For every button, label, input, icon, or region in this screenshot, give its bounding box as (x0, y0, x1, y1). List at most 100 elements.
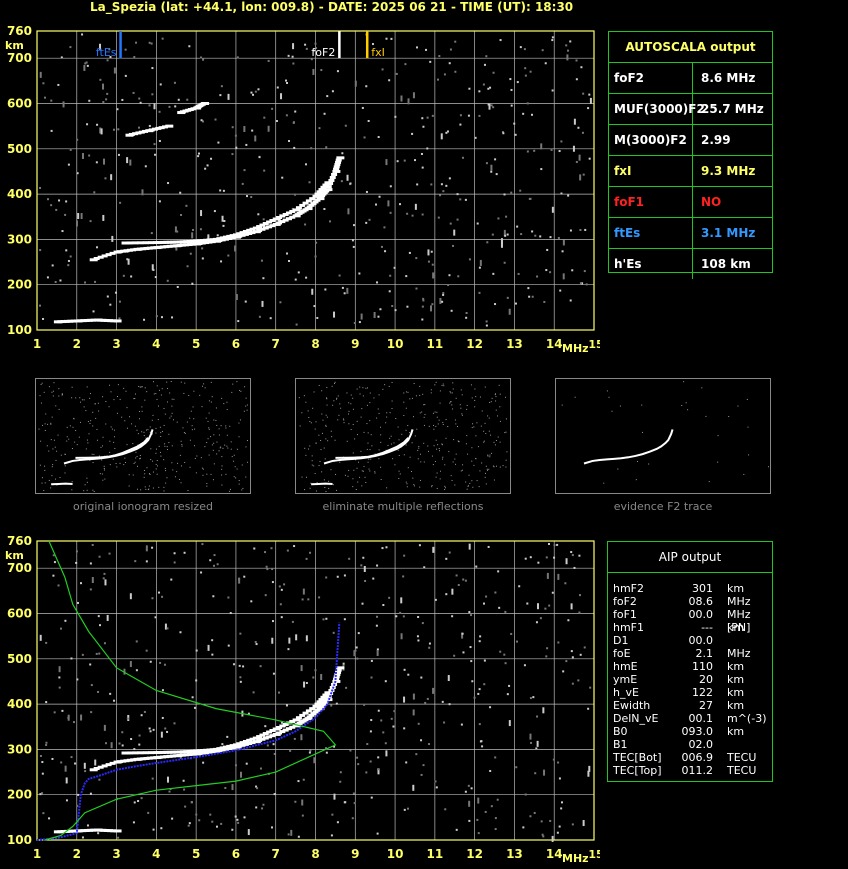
thumb-noise (144, 473, 146, 475)
noise-echo (151, 264, 154, 271)
thumb-noise (468, 474, 470, 476)
thumb-noise (354, 438, 356, 440)
x-tick-label: 14 (546, 337, 563, 351)
noise-echo (247, 829, 250, 836)
thumb-noise (318, 465, 320, 467)
thumb-noise (241, 464, 243, 466)
thumb-noise (145, 429, 147, 431)
thumb-noise (376, 417, 378, 419)
thumb-noise (334, 383, 336, 385)
thumb-noise (459, 404, 461, 406)
thumb-noise (155, 432, 157, 434)
y-tick-label: 700 (7, 561, 32, 575)
echo-point (148, 241, 155, 245)
noise-echo (279, 603, 282, 606)
thumb-noise (746, 398, 748, 400)
thumb-noise (342, 418, 344, 420)
thumb-noise (433, 428, 435, 430)
noise-echo (504, 662, 507, 665)
thumb-noise (440, 470, 442, 472)
thumb-noise (489, 454, 491, 456)
noise-echo (330, 704, 333, 707)
thumb-noise (109, 384, 111, 386)
noise-echo (514, 133, 517, 136)
thumb-noise (418, 445, 420, 447)
noise-echo (163, 663, 166, 666)
noise-echo (313, 305, 316, 308)
thumb-noise (124, 420, 126, 422)
noise-echo (467, 114, 470, 117)
thumb-noise (86, 386, 88, 388)
thumb-noise (332, 484, 334, 486)
thumb-noise (339, 461, 341, 463)
thumb-noise (370, 434, 372, 436)
x-tick-label: 12 (466, 847, 483, 861)
thumb-noise (133, 462, 135, 464)
thumb-noise (92, 489, 94, 491)
noise-echo (242, 665, 245, 668)
thumb-noise (141, 406, 143, 408)
noise-echo (148, 104, 151, 107)
thumb-noise (441, 384, 443, 386)
noise-echo (341, 152, 344, 155)
noise-echo (320, 69, 323, 72)
noise-echo (505, 215, 508, 218)
noise-echo (93, 191, 96, 194)
noise-echo (161, 689, 164, 692)
noise-echo (542, 707, 545, 714)
noise-echo (262, 277, 265, 280)
thumb-noise (363, 465, 365, 467)
thumb-noise (43, 490, 45, 492)
noise-echo (355, 646, 358, 649)
noise-echo (412, 784, 415, 791)
noise-echo (191, 282, 194, 285)
thumb-noise (456, 426, 458, 428)
thumb-noise (191, 429, 193, 431)
noise-echo (407, 98, 410, 105)
noise-echo (264, 725, 267, 728)
noise-echo (133, 748, 136, 751)
noise-echo (552, 758, 555, 761)
thumb-noise (449, 391, 451, 393)
thumb-noise (202, 385, 204, 387)
thumb-noise (79, 401, 81, 403)
thumb-noise (357, 481, 359, 483)
thumb-noise (228, 490, 230, 492)
thumb-noise (60, 454, 62, 456)
noise-echo (271, 637, 274, 644)
aip-param: TEC[Top] (613, 764, 662, 777)
noise-echo (328, 220, 331, 223)
noise-echo (529, 733, 532, 740)
noise-echo (278, 691, 281, 694)
thumb-noise (417, 449, 419, 451)
thumb-noise (327, 440, 329, 442)
noise-echo (414, 203, 417, 210)
noise-echo (250, 196, 253, 199)
noise-echo (148, 41, 151, 44)
noise-echo (263, 116, 266, 119)
noise-echo (362, 556, 365, 559)
noise-echo (129, 159, 132, 166)
noise-echo (541, 833, 544, 836)
marker-ftEs-label: ftEs (96, 46, 117, 59)
noise-echo (215, 825, 218, 828)
thumb-noise (147, 489, 149, 491)
noise-echo (388, 596, 391, 599)
noise-echo (271, 620, 274, 623)
noise-echo (307, 598, 310, 601)
noise-echo (464, 579, 467, 582)
thumb-noise (128, 474, 130, 476)
thumb-noise (152, 381, 154, 383)
thumb-noise (138, 385, 140, 387)
noise-echo (473, 696, 476, 699)
thumb-noise (148, 485, 150, 487)
noise-echo (234, 134, 237, 137)
noise-echo (250, 91, 253, 94)
noise-echo (86, 64, 89, 67)
noise-echo (258, 156, 261, 159)
noise-echo (567, 194, 570, 197)
thumb-noise (168, 442, 170, 444)
noise-echo (495, 173, 498, 176)
thumb-noise (479, 470, 481, 472)
noise-echo (243, 575, 246, 578)
